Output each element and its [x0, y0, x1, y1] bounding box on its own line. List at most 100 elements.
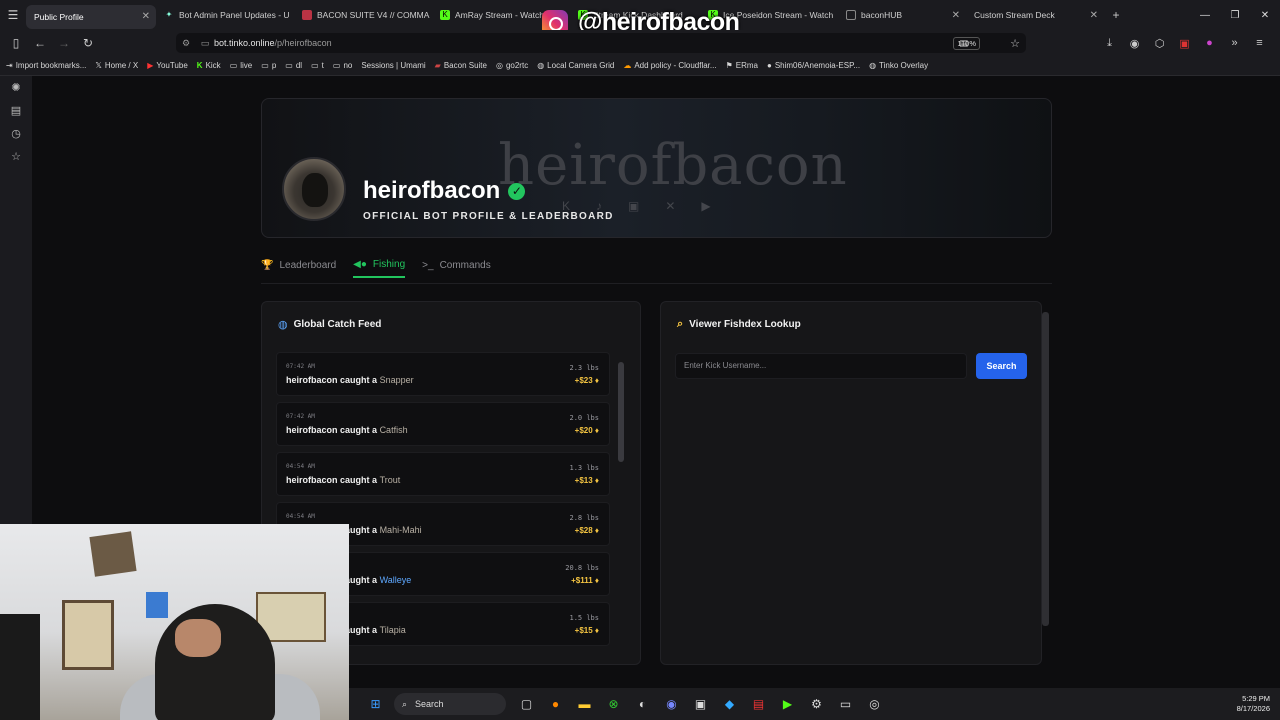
download-icon[interactable]: ⤓ [1097, 37, 1122, 50]
bookmark-star-icon[interactable]: ☆ [1010, 37, 1020, 50]
bacon-icon [302, 10, 312, 20]
new-tab-icon[interactable]: + [1104, 8, 1128, 22]
money-bag-icon: ♦ [594, 376, 599, 385]
taskbar-search[interactable]: ⌕ Search [394, 693, 506, 715]
close-window-icon[interactable]: ✕ [1250, 10, 1280, 21]
close-tab-icon[interactable]: ✕ [1090, 10, 1098, 21]
catch-fish: Snapper [379, 375, 414, 385]
search-button[interactable]: Search [976, 353, 1027, 379]
bookmark-umami[interactable]: Sessions | Umami [361, 61, 425, 70]
feed-scrollbar[interactable] [618, 362, 624, 462]
bookmark-local-camera-grid[interactable]: ◍ Local Camera Grid [537, 61, 614, 70]
obs-icon[interactable]: ◎ [860, 697, 889, 711]
bookmark-bacon-suite[interactable]: ▰ Bacon Suite [435, 61, 487, 70]
list-item: 07:42 AM heirofbacon caught a Snapper 2.3 … [276, 352, 610, 396]
minimize-icon[interactable]: — [1190, 10, 1220, 21]
trophy-icon: 🏆 [261, 259, 274, 271]
profile-name-row: heirofbacon ✓ [363, 177, 526, 205]
windows-start-icon[interactable]: ⊞ [361, 697, 390, 711]
overflow-icon[interactable]: » [1222, 37, 1247, 49]
back-icon[interactable]: ← [28, 36, 52, 50]
bookmark-go2rtc[interactable]: ◎ go2rtc [496, 61, 528, 70]
bookmark-folder-live[interactable]: ▭ live [230, 61, 253, 70]
bookmark-youtube[interactable]: ▶ YouTube [147, 61, 188, 70]
go2rtc-icon: ◎ [495, 61, 503, 70]
discord-icon[interactable]: ◉ [657, 697, 686, 711]
bookmark-folder-p[interactable]: ▭ p [261, 61, 276, 70]
tab-public-profile[interactable]: Public Profile ✕ [26, 4, 156, 29]
firefox-icon[interactable]: ● [541, 697, 570, 711]
vscode-icon[interactable]: ◆ [715, 697, 744, 711]
page-scrollbar[interactable] [1042, 312, 1049, 626]
sidebar-toggle-icon[interactable]: ▯ [4, 36, 28, 50]
tab-commands[interactable]: >_ Commands [422, 252, 491, 278]
tab-fishing[interactable]: ◀● Fishing [353, 252, 406, 278]
favorites-icon[interactable]: ☆ [0, 145, 32, 168]
catch-weight: 1.3 lbs [569, 464, 599, 472]
catch-fish: Tilapia [379, 625, 406, 635]
webcam-person [155, 604, 275, 720]
history-icon[interactable]: ◷ [0, 122, 32, 145]
bacon-icon: ▰ [434, 61, 441, 70]
catch-verb: caught a [340, 375, 378, 385]
taskbar-clock[interactable]: 5:29 PM 8/17/2026 [1237, 694, 1270, 714]
forward-icon[interactable]: → [52, 36, 76, 50]
page-icon: ▭ [200, 37, 210, 48]
bookmark-github[interactable]: ● Shim06/Anemoia-ESP... [767, 61, 860, 70]
tab-leaderboard[interactable]: 🏆 Leaderboard [261, 252, 336, 278]
tab-custom-stream-deck[interactable]: Custom Stream Deck ✕ [966, 0, 1104, 30]
reload-icon[interactable]: ↻ [76, 36, 100, 50]
extension-red-icon[interactable]: ▣ [1172, 37, 1197, 50]
ai-chat-icon[interactable]: ✺ [0, 76, 32, 99]
bookmark-import[interactable]: ⇥ Import bookmarks... [6, 61, 86, 70]
catch-time: 04:54 AM [286, 513, 315, 520]
bookmark-folder-no[interactable]: ▭ no [333, 61, 352, 70]
catch-user: heirofbacon [286, 475, 338, 485]
profile-name: heirofbacon [363, 177, 501, 204]
steam-icon[interactable]: ◐ [628, 697, 657, 711]
bookmark-folder-dl[interactable]: ▭ dl [285, 61, 302, 70]
zoom-level[interactable]: 110% [953, 37, 980, 50]
twitch-icon: ▣ [628, 199, 640, 213]
verified-check-icon: ✓ [508, 182, 526, 200]
account-icon[interactable]: ◉ [1122, 37, 1147, 50]
network-tool-icon[interactable]: ⚙ [802, 697, 831, 711]
clock-date: 8/17/2026 [1236, 704, 1270, 713]
import-icon: ⇥ [6, 61, 13, 70]
tab-baconhub[interactable]: baconHUB ✕ [838, 0, 966, 30]
site-info-icon[interactable]: ⚙ [176, 38, 196, 49]
close-tab-icon[interactable]: ✕ [952, 10, 960, 21]
taskview-icon[interactable]: ▢ [512, 697, 541, 711]
tab-bot-admin[interactable]: ✦ Bot Admin Panel Updates - U [156, 0, 294, 30]
bookmark-tinko-overlay[interactable]: ◍ Tinko Overlay [869, 61, 928, 70]
xbox-icon[interactable]: ⊗ [599, 697, 628, 711]
voicemeeter-icon[interactable]: ▤ [744, 697, 773, 711]
webcam-monitor [0, 614, 40, 720]
bookmark-erma[interactable]: ⚑ ERma [726, 61, 758, 70]
terminal-icon: >_ [422, 259, 434, 271]
notepad-icon[interactable]: ▭ [831, 697, 860, 711]
folder-icon: ▭ [285, 61, 293, 70]
maximize-icon[interactable]: ❐ [1220, 10, 1250, 21]
terminal-icon[interactable]: ▣ [686, 697, 715, 711]
tab-list-icon[interactable]: ☰ [0, 8, 26, 22]
fishdex-lookup-card: ⌕ Viewer Fishdex Lookup Enter Kick Userna… [660, 301, 1042, 665]
bookmark-folder-t[interactable]: ▭ t [311, 61, 324, 70]
address-bar[interactable]: ⚙ ▭ bot.tinko.online/p/heirofbacon ▤ 110… [176, 33, 1026, 53]
file-explorer-icon[interactable]: ▬ [570, 697, 599, 711]
catch-fish: Mahi-Mahi [379, 525, 422, 535]
extension-purple-icon[interactable]: ● [1197, 37, 1222, 49]
kick-username-input[interactable]: Enter Kick Username... [675, 353, 967, 379]
bookmark-kick[interactable]: K Kick [197, 61, 221, 70]
catch-time: 07:42 AM [286, 413, 315, 420]
folder-icon: ▭ [332, 61, 341, 70]
folder-icon: ▭ [261, 61, 269, 70]
bookmark-cloudflare[interactable]: ☁ Add policy - Cloudflar... [623, 61, 716, 70]
menu-icon[interactable]: ≡ [1247, 37, 1272, 49]
tab-bacon-suite[interactable]: BACON SUITE V4 // COMMA [294, 0, 432, 30]
kick-app-icon[interactable]: ▶ [773, 697, 802, 711]
close-tab-icon[interactable]: ✕ [142, 11, 150, 22]
bookmark-x[interactable]: 𝕏 Home / X [95, 61, 138, 70]
collections-icon[interactable]: ▤ [0, 99, 32, 122]
extensions-icon[interactable]: ⬡ [1147, 37, 1172, 50]
